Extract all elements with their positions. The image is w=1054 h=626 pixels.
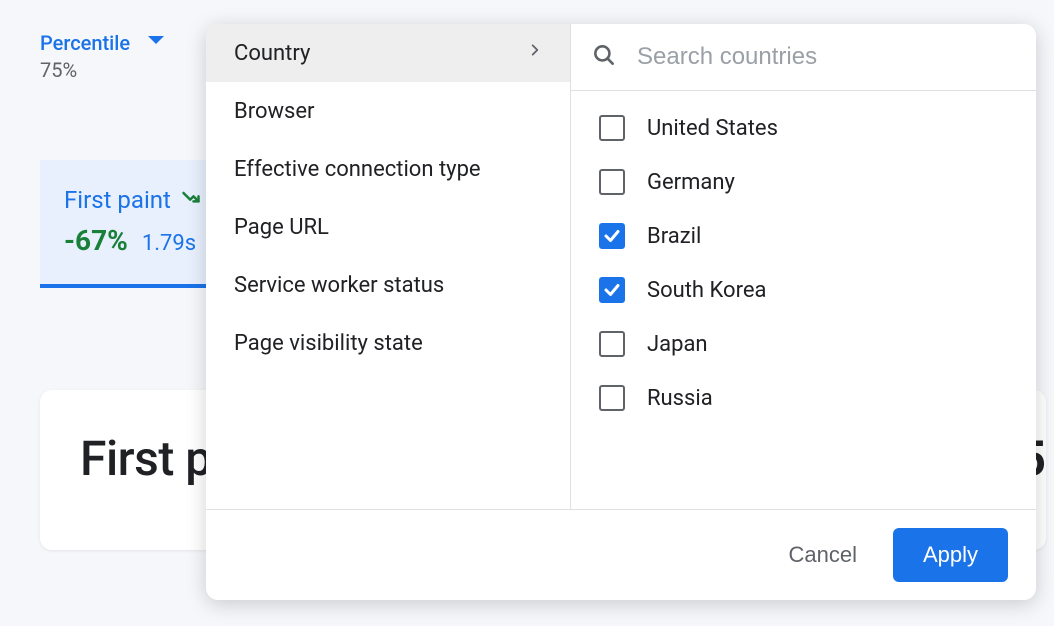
checkbox[interactable] bbox=[599, 277, 625, 303]
filter-item-label: Page URL bbox=[234, 215, 329, 240]
trend-down-icon bbox=[181, 188, 201, 212]
country-label: Brazil bbox=[647, 224, 701, 249]
country-list: United States Germany Brazil South Korea Jap… bbox=[571, 91, 1036, 509]
filter-item-label: Country bbox=[234, 41, 310, 66]
country-search-row bbox=[571, 24, 1036, 91]
search-icon bbox=[591, 42, 617, 72]
apply-button[interactable]: Apply bbox=[893, 528, 1008, 582]
cancel-button[interactable]: Cancel bbox=[780, 532, 864, 578]
chevron-right-icon bbox=[528, 39, 542, 67]
country-item-south-korea[interactable]: South Korea bbox=[571, 263, 1036, 317]
checkbox[interactable] bbox=[599, 331, 625, 357]
country-item-russia[interactable]: Russia bbox=[571, 371, 1036, 425]
country-item-brazil[interactable]: Brazil bbox=[571, 209, 1036, 263]
tile-time: 1.79s bbox=[142, 231, 196, 256]
country-label: Russia bbox=[647, 386, 713, 411]
panel-footer: Cancel Apply bbox=[206, 509, 1036, 600]
checkbox[interactable] bbox=[599, 169, 625, 195]
checkbox[interactable] bbox=[599, 223, 625, 249]
filter-panel: Country Browser Effective connection type P… bbox=[206, 24, 1036, 600]
filter-item-service-worker-status[interactable]: Service worker status bbox=[206, 256, 570, 314]
checkbox[interactable] bbox=[599, 115, 625, 141]
country-label: United States bbox=[647, 116, 778, 141]
filter-item-browser[interactable]: Browser bbox=[206, 82, 570, 140]
filter-item-label: Effective connection type bbox=[234, 157, 481, 182]
country-label: South Korea bbox=[647, 278, 766, 303]
filter-item-page-visibility-state[interactable]: Page visibility state bbox=[206, 314, 570, 372]
filter-item-label: Browser bbox=[234, 99, 315, 124]
country-label: Germany bbox=[647, 170, 735, 195]
tile-delta: -67% bbox=[64, 224, 128, 257]
percentile-label: Percentile bbox=[40, 30, 130, 56]
checkbox[interactable] bbox=[599, 385, 625, 411]
filter-item-page-url[interactable]: Page URL bbox=[206, 198, 570, 256]
country-item-germany[interactable]: Germany bbox=[571, 155, 1036, 209]
percentile-value: 75% bbox=[40, 58, 130, 82]
filter-item-country[interactable]: Country bbox=[206, 24, 570, 82]
tile-title: First paint bbox=[64, 186, 171, 214]
country-item-united-states[interactable]: United States bbox=[571, 101, 1036, 155]
filter-item-label: Service worker status bbox=[234, 273, 444, 298]
caret-down-icon bbox=[148, 36, 164, 44]
percentile-dropdown[interactable]: Percentile 75% bbox=[40, 30, 164, 82]
search-input[interactable] bbox=[637, 43, 1008, 71]
country-item-japan[interactable]: Japan bbox=[571, 317, 1036, 371]
filter-item-effective-connection-type[interactable]: Effective connection type bbox=[206, 140, 570, 198]
filter-item-label: Page visibility state bbox=[234, 331, 423, 356]
country-label: Japan bbox=[647, 332, 708, 357]
filter-category-list: Country Browser Effective connection type P… bbox=[206, 24, 571, 509]
